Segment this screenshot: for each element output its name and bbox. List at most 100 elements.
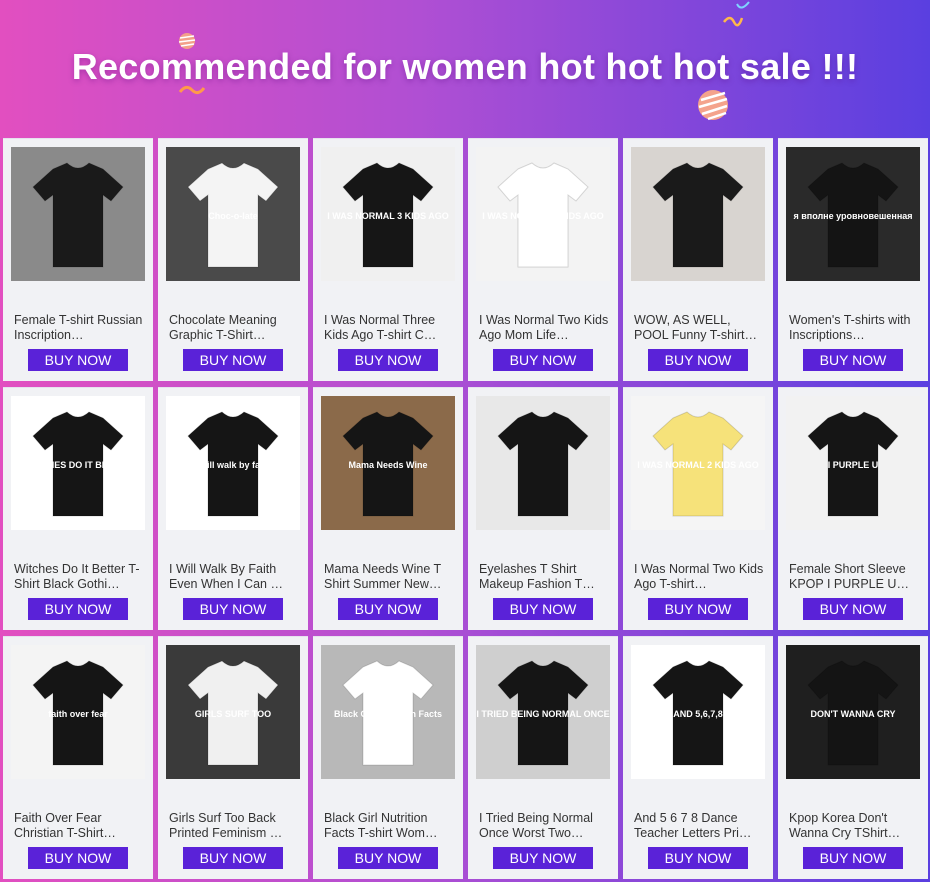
buy-now-button[interactable]: BUY NOW [183,598,283,620]
product-card[interactable]: Black Girl Nutrition Facts Black Girl Nut… [313,636,463,879]
banner-title: Recommended for women hot hot hot sale !… [71,46,859,87]
svg-text:I TRIED BEING NORMAL ONCE: I TRIED BEING NORMAL ONCE [476,709,609,719]
buy-now-button[interactable]: BUY NOW [183,847,283,869]
product-name[interactable]: Chocolate Meaning Graphic T-Shirt… [169,313,299,343]
product-name[interactable]: Witches Do It Better T-Shirt Black Gothi… [14,562,144,592]
tshirt-icon [476,396,610,530]
product-name[interactable]: Female T-shirt Russian Inscription… [14,313,144,343]
product-image[interactable]: GIRLS SURF TOO [166,645,300,779]
buy-now-button[interactable]: BUY NOW [648,598,748,620]
product-image[interactable]: I TRIED BEING NORMAL ONCE [476,645,610,779]
product-card[interactable]: Female T-shirt Russian Inscription… BUY N… [3,138,153,381]
product-image[interactable]: I WAS NORMAL 3 KIDS AGO [321,147,455,281]
buy-now-button[interactable]: BUY NOW [803,349,903,371]
product-card[interactable]: I WAS NORMAL 2 KIDS AGO I Was Normal Two … [468,138,618,381]
svg-text:DON'T WANNA CRY: DON'T WANNA CRY [811,709,896,719]
product-image[interactable]: WITCHES DO IT BETTER [11,396,145,530]
product-card[interactable]: AND 5,6,7,8 And 5 6 7 8 Dance Teacher Let… [623,636,773,879]
product-card[interactable]: I WAS NORMAL 2 KIDS AGO I Was Normal Two … [623,387,773,630]
tshirt-icon: GIRLS SURF TOO [166,645,300,779]
buy-now-button[interactable]: BUY NOW [803,598,903,620]
svg-text:faith over fear: faith over fear [48,709,108,719]
product-card[interactable]: WOW, AS WELL, POOL Funny T-shirt… BUY NOW [623,138,773,381]
tshirt-icon: I TRIED BEING NORMAL ONCE [476,645,610,779]
product-image[interactable]: I will walk by faith [166,396,300,530]
product-image[interactable]: I PURPLE U [786,396,920,530]
product-name[interactable]: I Was Normal Two Kids Ago T-shirt… [634,562,764,592]
buy-now-button[interactable]: BUY NOW [28,349,128,371]
product-name[interactable]: Mama Needs Wine T Shirt Summer New… [324,562,454,592]
product-card[interactable]: I PURPLE U Female Short Sleeve KPOP I PUR… [778,387,928,630]
tshirt-icon: I WAS NORMAL 2 KIDS AGO [476,147,610,281]
product-image[interactable] [631,147,765,281]
svg-text:I will walk by faith: I will walk by faith [195,460,271,470]
svg-text:I WAS NORMAL 2 KIDS AGO: I WAS NORMAL 2 KIDS AGO [637,460,759,470]
svg-text:WITCHES DO IT BETTER: WITCHES DO IT BETTER [25,460,132,470]
product-name[interactable]: Women's T-shirts with Inscriptions… [789,313,919,343]
tshirt-icon: AND 5,6,7,8 [631,645,765,779]
svg-text:GIRLS SURF TOO: GIRLS SURF TOO [195,709,271,719]
product-card[interactable]: GIRLS SURF TOO Girls Surf Too Back Printe… [158,636,308,879]
product-card[interactable]: Choc-o-late Chocolate Meaning Graphic T-S… [158,138,308,381]
product-card[interactable]: Eyelashes T Shirt Makeup Fashion T… BUY N… [468,387,618,630]
decor-ribbon-icon [723,16,744,27]
buy-now-button[interactable]: BUY NOW [338,598,438,620]
product-name[interactable]: Faith Over Fear Christian T-Shirt… [14,811,144,841]
buy-now-button[interactable]: BUY NOW [338,349,438,371]
product-image[interactable]: faith over fear [11,645,145,779]
product-grid: Female T-shirt Russian Inscription… BUY N… [3,138,928,879]
svg-text:Choc-o-late: Choc-o-late [208,211,258,221]
product-image[interactable]: AND 5,6,7,8 [631,645,765,779]
product-image[interactable] [476,396,610,530]
tshirt-icon: I WAS NORMAL 2 KIDS AGO [631,396,765,530]
product-name[interactable]: Female Short Sleeve KPOP I PURPLE U… [789,562,919,592]
promo-banner: Recommended for women hot hot hot sale !… [0,0,930,136]
product-image[interactable]: DON'T WANNA CRY [786,645,920,779]
buy-now-button[interactable]: BUY NOW [28,598,128,620]
product-image[interactable]: Choc-o-late [166,147,300,281]
decor-ribbon-icon [736,1,750,9]
tshirt-icon: I PURPLE U [786,396,920,530]
product-image[interactable]: I WAS NORMAL 2 KIDS AGO [476,147,610,281]
product-name[interactable]: I Will Walk By Faith Even When I Can … [169,562,299,592]
svg-text:I WAS NORMAL 3 KIDS AGO: I WAS NORMAL 3 KIDS AGO [327,211,449,221]
product-card[interactable]: Mama Needs Wine Mama Needs Wine T Shirt S… [313,387,463,630]
buy-now-button[interactable]: BUY NOW [648,847,748,869]
product-name[interactable]: Black Girl Nutrition Facts T-shirt Wom… [324,811,454,841]
tshirt-icon: WITCHES DO IT BETTER [11,396,145,530]
tshirt-icon: I WAS NORMAL 3 KIDS AGO [321,147,455,281]
product-card[interactable]: я вполне уровновешенная Women's T-shirts … [778,138,928,381]
tshirt-icon: Mama Needs Wine [321,396,455,530]
buy-now-button[interactable]: BUY NOW [28,847,128,869]
product-card[interactable]: I TRIED BEING NORMAL ONCE I Tried Being N… [468,636,618,879]
product-name[interactable]: I Was Normal Two Kids Ago Mom Life… [479,313,609,343]
product-name[interactable]: Girls Surf Too Back Printed Feminism … [169,811,299,841]
product-name[interactable]: And 5 6 7 8 Dance Teacher Letters Pri… [634,811,764,841]
buy-now-button[interactable]: BUY NOW [493,847,593,869]
tshirt-icon: Choc-o-late [166,147,300,281]
tshirt-icon: I will walk by faith [166,396,300,530]
buy-now-button[interactable]: BUY NOW [493,349,593,371]
svg-text:I WAS NORMAL 2 KIDS AGO: I WAS NORMAL 2 KIDS AGO [482,211,604,221]
product-name[interactable]: I Tried Being Normal Once Worst Two… [479,811,609,841]
svg-text:AND 5,6,7,8: AND 5,6,7,8 [673,709,723,719]
buy-now-button[interactable]: BUY NOW [338,847,438,869]
product-name[interactable]: I Was Normal Three Kids Ago T-shirt C… [324,313,454,343]
product-card[interactable]: WITCHES DO IT BETTER Witches Do It Better… [3,387,153,630]
product-image[interactable]: Black Girl Nutrition Facts [321,645,455,779]
product-card[interactable]: faith over fear Faith Over Fear Christian… [3,636,153,879]
buy-now-button[interactable]: BUY NOW [493,598,593,620]
product-card[interactable]: I will walk by faith I Will Walk By Faith… [158,387,308,630]
product-name[interactable]: WOW, AS WELL, POOL Funny T-shirt… [634,313,764,343]
product-card[interactable]: I WAS NORMAL 3 KIDS AGO I Was Normal Thre… [313,138,463,381]
product-name[interactable]: Kpop Korea Don't Wanna Cry TShirt… [789,811,919,841]
product-image[interactable]: я вполне уровновешенная [786,147,920,281]
buy-now-button[interactable]: BUY NOW [648,349,748,371]
product-image[interactable]: Mama Needs Wine [321,396,455,530]
buy-now-button[interactable]: BUY NOW [803,847,903,869]
buy-now-button[interactable]: BUY NOW [183,349,283,371]
product-name[interactable]: Eyelashes T Shirt Makeup Fashion T… [479,562,609,592]
product-image[interactable] [11,147,145,281]
product-card[interactable]: DON'T WANNA CRY Kpop Korea Don't Wanna Cr… [778,636,928,879]
product-image[interactable]: I WAS NORMAL 2 KIDS AGO [631,396,765,530]
